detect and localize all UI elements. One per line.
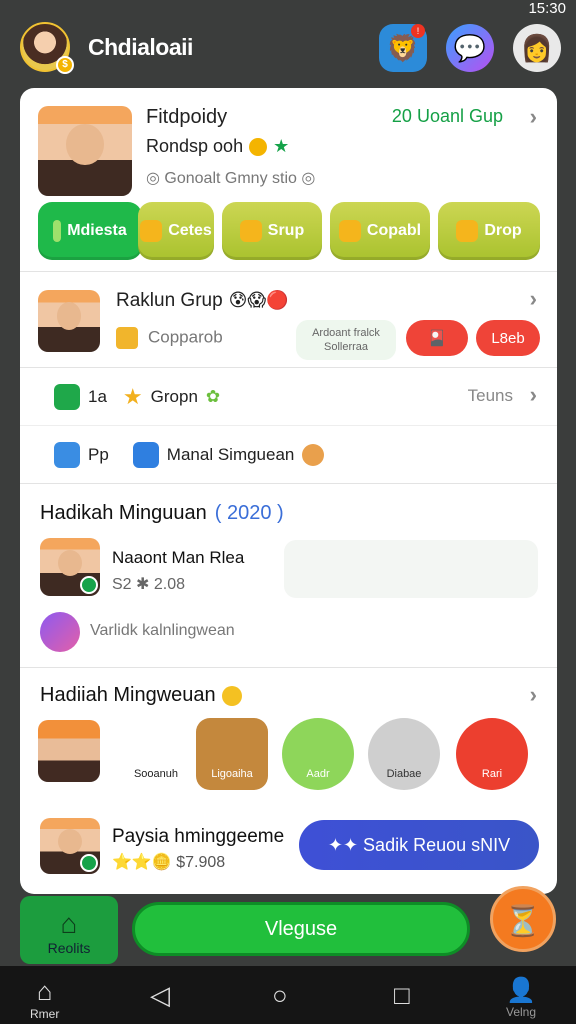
gifts-section: Hadiiah Mingweuan › Sooanuh Ligoaiha Aad… bbox=[20, 668, 557, 894]
teams-link[interactable]: Teuns bbox=[468, 386, 513, 406]
mingguan-row[interactable]: Pp Manal Simguean bbox=[20, 426, 557, 484]
star-icon: ★ bbox=[273, 136, 290, 156]
weekly-heading: Hadikah Minguuan( 2020 ) bbox=[40, 502, 284, 524]
emoji-icons: 😰😱🔴 bbox=[228, 290, 289, 310]
coin-icon bbox=[302, 444, 325, 466]
coin-icon bbox=[221, 685, 242, 706]
group-subtitle: Copparob bbox=[116, 327, 223, 349]
group-note: Ardoant fralck Sollerraa bbox=[296, 320, 396, 360]
gift-box-icon bbox=[116, 327, 138, 349]
coin-stack-icon bbox=[456, 220, 479, 242]
house-icon: ⌂ bbox=[60, 908, 78, 939]
profile-name: Fitdpoidy bbox=[146, 106, 228, 128]
groups-count: 1a bbox=[88, 387, 107, 406]
coin-stack-icon bbox=[239, 220, 262, 242]
top-bar: $ Chdialoaii 🦁! 💬 👩 bbox=[0, 18, 576, 82]
weekly-rewards-section: Hadikah Minguuan( 2020 ) Naaont Man Rlea… bbox=[20, 484, 557, 668]
nav-profile[interactable]: 👤 Velng bbox=[506, 976, 536, 1019]
chevron-right-icon[interactable]: › bbox=[530, 682, 537, 708]
chevron-right-icon[interactable]: › bbox=[530, 382, 537, 408]
star-icon: ★ bbox=[122, 384, 143, 409]
group-card: Raklun Grup 😰😱🔴 Copparob Ardoant fralck S… bbox=[20, 272, 557, 368]
status-time: 15:30 bbox=[528, 0, 566, 17]
floating-action-button[interactable]: ⏳ bbox=[490, 886, 556, 952]
chat-bubble-icon[interactable]: 💬 bbox=[446, 24, 494, 72]
tab-drop[interactable]: Drop bbox=[438, 202, 540, 260]
home-tile[interactable]: ⌂ Reolits bbox=[20, 896, 118, 964]
gifts-heading: Hadiiah Mingweuan bbox=[40, 684, 242, 707]
pp-label: Pp bbox=[88, 445, 109, 464]
winner-portrait[interactable] bbox=[40, 538, 100, 596]
chevron-right-icon[interactable]: › bbox=[530, 104, 537, 130]
tab-row: Mdiesta Cetes Srup Copabl Drop bbox=[38, 202, 540, 260]
winner-value: S2 ✱ 2.08 bbox=[112, 576, 186, 593]
action-pill[interactable]: L8eb bbox=[476, 320, 540, 356]
notification-badge: ! bbox=[411, 24, 425, 38]
gift-winner-name: Paysia hminggeeme bbox=[112, 826, 285, 847]
back-icon[interactable]: ◁ bbox=[150, 980, 170, 1011]
candle-icon bbox=[53, 220, 62, 242]
gift-item-sooanuh[interactable]: Sooanuh bbox=[120, 718, 192, 790]
house-icon: ⌂ bbox=[36, 976, 53, 1006]
bottom-action-bar: ⌂ Reolits Vleguse ⏳ bbox=[20, 886, 576, 966]
home-icon bbox=[54, 384, 80, 410]
gift-item-aadr[interactable]: Aadr bbox=[282, 718, 354, 790]
home-circle-icon[interactable]: ○ bbox=[272, 980, 288, 1011]
invite-text[interactable]: Varlidk kalnlingwean bbox=[90, 622, 235, 640]
online-dot bbox=[80, 854, 98, 872]
user-icon: 👤 bbox=[506, 977, 536, 1004]
tab-mdiesta[interactable]: Mdiesta bbox=[38, 202, 142, 260]
user-avatar-icon[interactable]: 👩 bbox=[513, 24, 561, 72]
document-icon bbox=[132, 442, 159, 468]
gift-winner-portrait[interactable] bbox=[40, 818, 100, 874]
online-dot bbox=[80, 576, 98, 594]
coin-icon: $ bbox=[56, 56, 74, 74]
gift-item-diabae[interactable]: Diabae bbox=[368, 718, 440, 790]
download-icon bbox=[54, 442, 80, 468]
group-title: Raklun Grup 😰😱🔴 bbox=[116, 290, 289, 311]
gift-winner-value: ⭐⭐🪙 $7.908 bbox=[112, 854, 226, 871]
tab-copabl[interactable]: Copabl bbox=[330, 202, 430, 260]
profile-subtitle: Rondsp ooh ★ bbox=[146, 136, 290, 157]
coin-stack-icon bbox=[140, 220, 163, 242]
promo-button[interactable]: ✦✦ Sadik Reuou sNIV bbox=[299, 820, 539, 870]
main-panel: Fitdpoidy Rondsp ooh ★ ◎ Gonoalt Gmny sti… bbox=[20, 88, 557, 894]
profile-portrait[interactable] bbox=[38, 106, 132, 196]
chevron-right-icon[interactable]: › bbox=[530, 286, 537, 312]
clover-icon: ✿ bbox=[205, 387, 221, 406]
tab-srup[interactable]: Srup bbox=[222, 202, 322, 260]
nav-home[interactable]: ⌂ Rmer bbox=[30, 976, 59, 1021]
groups-label: Gropn bbox=[150, 387, 198, 406]
invite-icon[interactable] bbox=[40, 612, 80, 652]
profile-meta: ◎ Gonoalt Gmny stio ◎ bbox=[146, 170, 316, 187]
coin-icon bbox=[249, 138, 268, 157]
group-link[interactable]: 20 Uoanl Gup bbox=[392, 106, 503, 127]
profile-card: Fitdpoidy Rondsp ooh ★ ◎ Gonoalt Gmny sti… bbox=[20, 88, 557, 272]
gift-portrait[interactable] bbox=[38, 720, 100, 782]
app-title: Chdialoaii bbox=[88, 34, 193, 60]
apple-icon bbox=[284, 540, 538, 598]
groups-row[interactable]: 1a ★ Gropn ✿ Teuns › bbox=[20, 368, 557, 426]
winner-name: Naaont Man Rlea bbox=[112, 548, 245, 567]
group-portrait[interactable] bbox=[38, 290, 100, 352]
tab-cetes[interactable]: Cetes bbox=[138, 202, 214, 260]
star-icon bbox=[338, 220, 361, 242]
mingguan-label: Manal Simguean bbox=[166, 445, 295, 464]
system-nav-bar: ⌂ Rmer ◁ ○ □ 👤 Velng bbox=[0, 966, 576, 1024]
recents-icon[interactable]: □ bbox=[394, 980, 410, 1011]
badge-button[interactable]: 🎴 bbox=[406, 320, 468, 356]
primary-cta-button[interactable]: Vleguse bbox=[132, 902, 470, 956]
profile-avatar[interactable]: $ bbox=[20, 22, 74, 74]
game-mascot-icon[interactable]: 🦁! bbox=[379, 24, 427, 72]
status-bar: 15:30 bbox=[0, 0, 576, 17]
gift-item-rari[interactable]: Rari bbox=[456, 718, 528, 790]
gift-item-ligoaiha[interactable]: Ligoaiha bbox=[196, 718, 268, 790]
